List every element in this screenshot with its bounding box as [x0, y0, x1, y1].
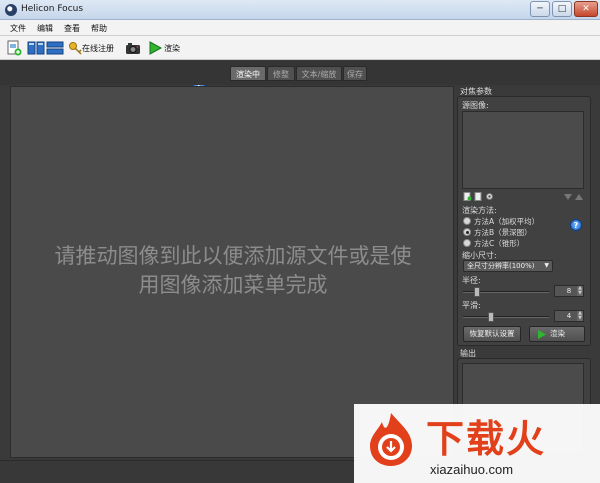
smoothing-value: 4	[566, 312, 572, 320]
watermark: 下载火 xiazaihuo.com	[354, 404, 600, 483]
radius-spinbox[interactable]: 8 ▲ ▼	[554, 285, 584, 297]
window-title: Helicon Focus	[21, 4, 84, 14]
title-bar: Helicon Focus ─ □ ✕	[0, 0, 600, 20]
drop-hint-text: 请推动图像到此以便添加源文件或是使 用图像添加菜单完成	[21, 242, 445, 300]
menu-bar: 文件 编辑 查看 帮助	[0, 20, 600, 36]
drop-hint-line-2: 用图像添加菜单完成	[138, 273, 328, 297]
tab-retouch[interactable]: 修整	[267, 66, 295, 81]
drop-hint-line-1: 请推动图像到此以便添加源文件或是使	[54, 244, 412, 268]
source-images-list[interactable]	[462, 111, 584, 189]
right-panel: 对焦参数 源图像: 渲染方法: 方法A（加权平均） 方法B（景深图） 方法C（锥…	[456, 86, 592, 458]
render-play-icon[interactable]	[147, 40, 163, 56]
smoothing-spin-arrows-icon[interactable]: ▲ ▼	[577, 311, 583, 321]
rows-layout-icon[interactable]	[46, 40, 64, 56]
toolbar-render-button[interactable]: 渲染	[164, 43, 180, 54]
radius-spin-arrows-icon[interactable]: ▲ ▼	[577, 286, 583, 296]
smoothing-spinbox[interactable]: 4 ▲ ▼	[554, 310, 584, 322]
focus-params-group: 源图像: 渲染方法: 方法A（加权平均） 方法B（景深图） 方法C（锥形） ? …	[457, 96, 591, 346]
camera-icon[interactable]	[124, 40, 142, 56]
add-image-icon[interactable]	[6, 40, 22, 56]
tab-rendering[interactable]: 渲染中	[230, 66, 266, 81]
columns-layout-icon[interactable]	[27, 40, 45, 56]
app-icon	[5, 4, 17, 16]
radius-value: 8	[566, 287, 572, 295]
panel-render-button[interactable]: 渲染	[529, 326, 585, 342]
settings-gear-icon[interactable]	[485, 192, 494, 201]
close-button[interactable]: ✕	[574, 1, 598, 17]
brand-name: 下载火	[426, 417, 547, 461]
radius-slider-thumb[interactable]	[474, 287, 480, 297]
method-a-radio[interactable]	[463, 217, 471, 225]
method-b-label: 方法B（景深图）	[474, 228, 532, 237]
source-images-label: 源图像:	[462, 101, 489, 110]
tab-text-scale[interactable]: 文本/缩放	[296, 66, 342, 81]
render-method-label: 渲染方法:	[462, 206, 497, 215]
method-a-label: 方法A（加权平均）	[474, 217, 540, 226]
method-b-radio[interactable]	[463, 228, 471, 236]
image-drop-area[interactable]: 请推动图像到此以便添加源文件或是使 用图像添加菜单完成	[10, 86, 454, 458]
reset-defaults-button[interactable]: 恢复默认设置	[463, 326, 521, 342]
add-file-icon[interactable]	[463, 192, 472, 201]
reduce-size-value: 全尺寸分辨率(100%)	[467, 262, 535, 270]
menu-help[interactable]: 帮助	[91, 23, 107, 34]
toolbar: 在线注册 渲染 ?	[0, 36, 600, 90]
menu-view[interactable]: 查看	[64, 23, 80, 34]
method-c-radio[interactable]	[463, 239, 471, 247]
minimize-button[interactable]: ─	[530, 1, 550, 17]
smoothing-slider-track[interactable]	[463, 316, 549, 318]
tab-strip: 渲染中 修整 文本/缩放 保存	[0, 61, 600, 85]
brand-flame-logo-icon	[370, 413, 412, 466]
method-c-label: 方法C（锥形）	[474, 239, 525, 248]
reduce-size-select[interactable]: 全尺寸分辨率(100%) ▼	[463, 260, 553, 272]
menu-edit[interactable]: 编辑	[37, 23, 53, 34]
maximize-button[interactable]: □	[552, 1, 572, 17]
panel-render-label: 渲染	[550, 329, 565, 338]
menu-file[interactable]: 文件	[10, 23, 26, 34]
smoothing-slider-thumb[interactable]	[488, 312, 494, 322]
method-help-icon[interactable]: ?	[570, 219, 582, 231]
tab-save[interactable]: 保存	[343, 66, 367, 81]
play-icon	[538, 330, 546, 339]
register-online-button[interactable]: 在线注册	[82, 43, 114, 54]
radius-label: 半径:	[462, 276, 481, 285]
chevron-down-icon: ▼	[544, 262, 549, 269]
move-down-icon[interactable]	[564, 194, 572, 200]
brand-url: xiazaihuo.com	[430, 462, 514, 477]
smoothing-label: 平滑:	[462, 301, 481, 310]
move-up-icon[interactable]	[575, 194, 583, 200]
remove-file-icon[interactable]	[474, 192, 483, 201]
